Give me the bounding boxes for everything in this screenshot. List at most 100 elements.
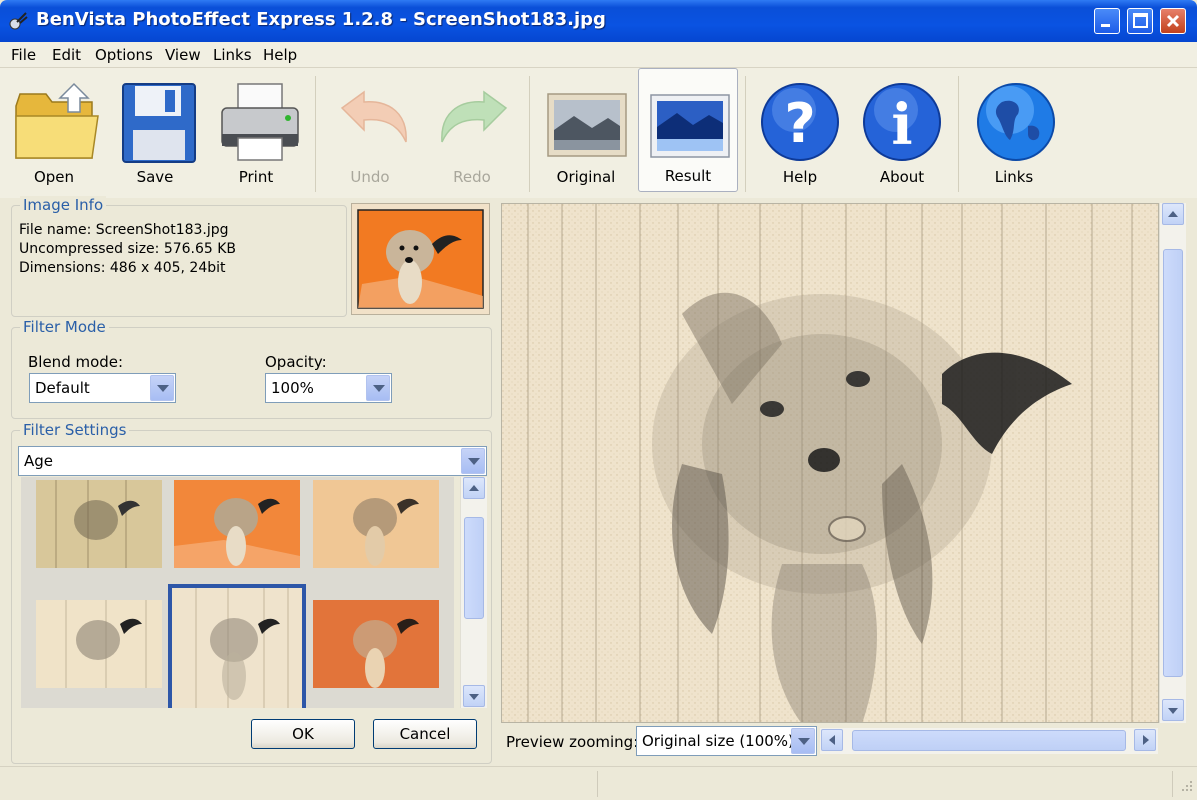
close-icon [1166, 14, 1180, 28]
result-button[interactable]: Result [638, 68, 738, 192]
undo-button[interactable]: Undo [320, 68, 420, 192]
thumbnail-image [36, 480, 162, 568]
redo-label: Redo [453, 168, 491, 186]
resize-grip-icon[interactable] [1178, 779, 1194, 795]
toolbar-separator [529, 76, 530, 192]
undo-arrow-icon [340, 90, 407, 143]
opacity-value: 100% [271, 379, 314, 397]
save-button[interactable]: Save [105, 68, 205, 192]
dog-thumbnail-image [357, 209, 484, 309]
scroll-down-button[interactable] [463, 685, 485, 707]
open-button[interactable]: Open [4, 68, 104, 192]
maximize-icon [1133, 13, 1148, 28]
scroll-up-button[interactable] [463, 477, 485, 499]
preview-zoom-label: Preview zooming: [506, 733, 639, 751]
scroll-thumb[interactable] [852, 730, 1126, 751]
opacity-select[interactable]: 100% [265, 373, 392, 403]
preview-image [501, 203, 1159, 723]
minimize-icon [1101, 24, 1110, 27]
redo-button[interactable]: Redo [422, 68, 522, 192]
scroll-thumb[interactable] [464, 517, 484, 619]
maximize-button[interactable] [1127, 8, 1153, 34]
file-name-text: File name: ScreenShot183.jpg [19, 222, 229, 238]
question-mark-icon: ? [761, 83, 839, 161]
filter-thumbnail[interactable] [313, 480, 439, 568]
opacity-label: Opacity: [265, 353, 327, 371]
minimize-button[interactable] [1094, 8, 1120, 34]
original-photo-icon [547, 93, 627, 157]
scroll-left-button[interactable] [821, 729, 843, 751]
blend-mode-label: Blend mode: [28, 353, 124, 371]
status-bar [0, 766, 1197, 800]
links-label: Links [994, 168, 1034, 186]
preview-horizontal-scrollbar[interactable] [820, 728, 1158, 754]
menu-edit[interactable]: Edit [52, 46, 81, 64]
preview-zoom-value: Original size (100%) [642, 732, 794, 750]
print-button[interactable]: Print [206, 68, 306, 192]
result-photo-icon [650, 94, 730, 158]
chevron-down-icon[interactable] [150, 375, 174, 401]
save-label: Save [136, 168, 174, 186]
toolbar-separator [958, 76, 959, 192]
scroll-right-button[interactable] [1134, 729, 1156, 751]
menu-help[interactable]: Help [263, 46, 297, 64]
image-thumbnail [351, 203, 490, 315]
filter-value: Age [24, 452, 54, 470]
cancel-button[interactable]: Cancel [373, 719, 477, 749]
filter-thumbnail-selected[interactable] [168, 584, 306, 708]
about-button[interactable]: i About [852, 68, 952, 192]
floppy-disk-icon [122, 83, 196, 163]
blend-mode-value: Default [35, 379, 90, 397]
status-pane [598, 771, 1173, 797]
preview-vertical-scrollbar[interactable] [1159, 203, 1186, 723]
menu-bar: File Edit Options View Links Help [0, 42, 1197, 68]
filter-select[interactable]: Age [18, 446, 487, 476]
dimensions-text: Dimensions: 486 x 405, 24bit [19, 260, 226, 276]
original-button[interactable]: Original [536, 68, 636, 192]
links-button[interactable]: Links [964, 68, 1064, 192]
print-label: Print [238, 168, 274, 186]
scroll-up-button[interactable] [1162, 203, 1184, 225]
menu-file[interactable]: File [11, 46, 36, 64]
filter-mode-group: Filter Mode Blend mode: Default Opacity:… [11, 318, 492, 419]
scroll-down-button[interactable] [1162, 699, 1184, 721]
status-pane [0, 771, 598, 797]
blend-mode-select[interactable]: Default [29, 373, 176, 403]
help-button[interactable]: ? Help [750, 68, 850, 192]
menu-view[interactable]: View [165, 46, 201, 64]
preview-zoom-select[interactable]: Original size (100%) [636, 726, 817, 756]
thumbnail-image [313, 600, 439, 688]
filter-thumbnail[interactable] [174, 480, 300, 568]
filter-thumbnail[interactable] [36, 480, 162, 568]
menu-options[interactable]: Options [95, 46, 153, 64]
redo-arrow-icon [441, 90, 508, 143]
ok-button[interactable]: OK [251, 719, 355, 749]
image-info-title: Image Info [20, 196, 107, 214]
about-label: About [879, 168, 925, 186]
toolbar: Open Save Print Undo Redo Original Resul… [0, 68, 1197, 198]
globe-icon [977, 83, 1055, 161]
svg-text:?: ? [784, 92, 815, 155]
original-label: Original [556, 168, 616, 186]
dog-sketch-image [502, 204, 1158, 722]
filter-mode-title: Filter Mode [20, 318, 109, 336]
thumbnail-image [313, 480, 439, 568]
chevron-down-icon[interactable] [791, 728, 815, 754]
thumbnail-scrollbar[interactable] [460, 477, 487, 708]
thumbnail-image [174, 480, 300, 568]
filter-thumbnail[interactable] [36, 600, 162, 688]
svg-text:i: i [891, 92, 912, 158]
info-icon: i [863, 83, 941, 161]
chevron-down-icon[interactable] [461, 448, 485, 474]
chevron-down-icon[interactable] [366, 375, 390, 401]
title-bar: BenVista PhotoEffect Express 1.2.8 - Scr… [0, 0, 1197, 42]
result-label: Result [664, 167, 712, 185]
filter-settings-title: Filter Settings [20, 421, 130, 439]
open-label: Open [33, 168, 75, 186]
scroll-thumb[interactable] [1163, 249, 1183, 677]
menu-links[interactable]: Links [213, 46, 252, 64]
image-info-group: Image Info File name: ScreenShot183.jpg … [11, 196, 347, 317]
close-button[interactable] [1160, 8, 1186, 34]
printer-icon [221, 83, 299, 161]
filter-thumbnail[interactable] [313, 600, 439, 688]
